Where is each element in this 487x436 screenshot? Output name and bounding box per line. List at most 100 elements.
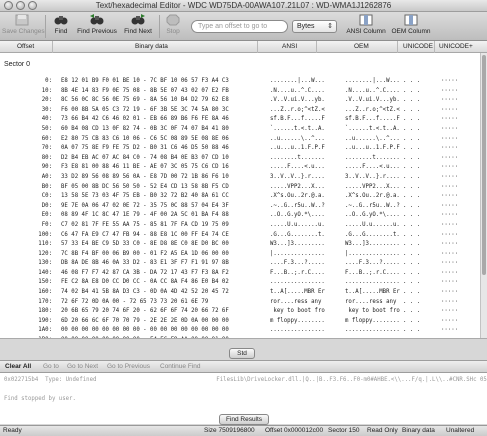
find-next-button[interactable]: Find Next [121, 14, 155, 39]
std-button[interactable]: Std [229, 348, 255, 359]
row-oem[interactable]: sf.B.F...f.....F [345, 116, 400, 122]
row-unicode[interactable]: . . . [403, 251, 420, 257]
row-ansi[interactable]: sf.B.F...f.....F [270, 116, 325, 122]
row-oem[interactable]: .X^s.Ou..2r.@.a. [345, 193, 400, 199]
row-hex[interactable]: 8B 4E 14 83 F9 0E 75 08 - 8B 5E 07 43 02… [61, 88, 229, 94]
row-unicode-plus[interactable]: ····· [441, 222, 458, 228]
find-previous-button[interactable]: Find Previous [76, 14, 118, 39]
row-unicode[interactable]: . . . [403, 270, 420, 276]
row-offset[interactable]: 100: [38, 232, 52, 238]
row-hex[interactable]: 9E 7E 0A 06 47 02 0E 72 - 35 75 0C 88 57… [61, 203, 229, 209]
row-hex[interactable]: 46 08 F7 F7 42 87 CA 3B - DA 72 17 43 F7… [61, 270, 229, 276]
hex-row[interactable]: 160: 74 02 B4 41 5B 8A D3 C3 - 0D 0A 4D 4… [0, 289, 480, 299]
hex-row[interactable]: B0: BF 05 00 8B DC 56 50 50 - 52 E4 CD 13… [0, 184, 480, 194]
row-unicode-plus[interactable]: ····· [441, 232, 458, 238]
row-offset[interactable]: 160: [38, 289, 52, 295]
row-unicode-plus[interactable]: ····· [441, 308, 458, 314]
row-offset[interactable]: F0: [42, 222, 52, 228]
row-ansi[interactable]: |............... [270, 251, 325, 257]
row-oem[interactable]: F...B..;.r.C.... [345, 270, 400, 276]
row-unicode[interactable]: . . . [403, 327, 420, 333]
row-oem[interactable]: `......t.<.t..A. [345, 126, 400, 132]
row-hex[interactable]: F3 E8 81 00 88 46 11 BE - AE 07 3C 05 75… [61, 164, 229, 170]
hex-row[interactable]: 90: F3 E8 81 00 88 46 11 BE - AE 07 3C 05… [0, 164, 480, 174]
row-hex[interactable]: F6 00 8B 5A 05 C3 72 19 - 6F 3B 5E 3C 74… [61, 107, 229, 113]
row-oem[interactable]: .G...G........t. [345, 232, 400, 238]
row-unicode-plus[interactable]: ····· [441, 136, 458, 142]
row-unicode[interactable]: . . . [403, 155, 420, 161]
hex-row[interactable]: 180: 20 6B 65 79 20 74 6F 20 - 62 6F 6F 7… [0, 308, 480, 318]
row-oem[interactable]: ................ [345, 279, 400, 285]
row-offset[interactable]: 50: [42, 126, 52, 132]
row-unicode-plus[interactable]: ····· [441, 164, 458, 170]
row-hex[interactable]: 20 6B 65 79 20 74 6F 20 - 62 6F 6F 74 20… [61, 308, 229, 314]
row-offset[interactable]: 130: [38, 260, 52, 266]
row-ansi[interactable]: ..u......\..^... [270, 136, 325, 142]
column-header-ansi[interactable]: ANSI [282, 43, 297, 50]
row-ansi[interactable]: ror....ress any [270, 299, 325, 305]
row-oem[interactable]: m floppy........ [345, 318, 400, 324]
row-ansi[interactable]: .G...G........t. [270, 232, 325, 238]
row-hex[interactable]: C7 02 81 7F FE 55 AA 75 - 85 81 7F FA CD… [61, 222, 229, 228]
row-offset[interactable]: 30: [42, 107, 52, 113]
go-to-button[interactable]: Go to [43, 363, 59, 370]
row-ansi[interactable]: t..A[.....MBR Er [270, 289, 325, 295]
row-ansi[interactable]: .X^s.Ou..2r.@.a. [270, 193, 325, 199]
row-unicode-plus[interactable]: ····· [441, 260, 458, 266]
row-unicode-plus[interactable]: ····· [441, 241, 458, 247]
hex-row[interactable]: 190: 6D 20 66 6C 6F 70 70 79 - 2E 2E 2E 0… [0, 318, 480, 328]
row-hex[interactable]: E2 80 75 CB 83 C6 10 06 - C6 5C 08 89 5E… [61, 136, 229, 142]
row-hex[interactable]: 13 58 5E 73 03 4F 75 EB - B0 32 72 B2 40… [61, 193, 229, 199]
row-oem[interactable]: W3...]3......... [345, 241, 400, 247]
row-offset[interactable]: 20: [42, 97, 52, 103]
row-unicode[interactable]: . . . [403, 318, 420, 324]
row-ansi[interactable]: ................ [270, 327, 325, 333]
row-ansi[interactable]: .....VPP2...X... [270, 184, 325, 190]
row-ansi[interactable]: .....F....<.u... [270, 164, 325, 170]
row-unicode[interactable]: . . . [403, 212, 420, 218]
row-hex[interactable]: 7C 8B F4 BF 00 06 B9 00 - 01 F2 A5 EA 1D… [61, 251, 229, 257]
row-unicode[interactable]: . . . [403, 136, 420, 142]
go-to-next-button[interactable]: Go to Next [67, 363, 98, 370]
row-ansi[interactable]: `......t.<.t..A. [270, 126, 325, 132]
row-hex[interactable]: 60 B4 08 CD 13 0F 82 74 - 0B 3C 0F 74 07… [61, 126, 229, 132]
hex-row[interactable]: 20: 8C 56 0C 8C 56 0E 75 69 - 8A 56 10 B4… [0, 97, 480, 107]
hex-row[interactable]: 140: 46 08 F7 F7 42 87 CA 3B - DA 72 17 4… [0, 270, 480, 280]
row-offset[interactable]: A0: [42, 174, 52, 180]
row-oem[interactable]: ..O..G.yO.*\.... [345, 212, 400, 218]
row-oem[interactable]: ...Z..r.o;^<tZ.< [345, 107, 400, 113]
hex-row[interactable]: 130: DB 8A DE 8B 46 0A 33 D2 - 83 E1 3F F… [0, 260, 480, 270]
row-unicode-plus[interactable]: ····· [441, 318, 458, 324]
offset-unit-select[interactable]: Bytes ⇕ [292, 20, 337, 33]
row-unicode[interactable]: . . . [403, 232, 420, 238]
column-header-unicode-plus[interactable]: UNICODE+ [439, 43, 473, 50]
row-offset[interactable]: 0: [45, 78, 52, 84]
hex-row[interactable]: E0: 08 89 4F 1C 8C 47 1E 79 - 4F 00 2A 5C… [0, 212, 480, 222]
row-hex[interactable]: C6 47 FA E9 C7 47 FB 94 - 88 E8 1C 00 FF… [61, 232, 229, 238]
row-ansi[interactable]: .....U.u......u. [270, 222, 325, 228]
continue-find-button[interactable]: Continue Find [160, 363, 200, 370]
row-oem[interactable]: 3..V..V..}.r.... [345, 174, 400, 180]
row-hex[interactable]: 00 00 00 00 00 00 00 00 - 00 00 00 00 00… [61, 327, 229, 333]
row-ansi[interactable]: .N....u..^.C.... [270, 88, 325, 94]
row-unicode[interactable]: . . . [403, 78, 420, 84]
row-hex[interactable]: 72 6F 72 0D 0A 00 - 72 65 73 73 20 61 6E… [61, 299, 208, 305]
hex-row[interactable]: 150: FE C2 8A E8 D0 CC D0 CC - 0A CC 8A F… [0, 279, 480, 289]
row-hex[interactable]: 08 89 4F 1C 8C 47 1E 79 - 4F 00 2A 5C 01… [61, 212, 229, 218]
row-unicode[interactable]: . . . [403, 289, 420, 295]
row-unicode[interactable]: . . . [403, 174, 420, 180]
row-oem[interactable]: ..u......\..^... [345, 136, 400, 142]
row-unicode-plus[interactable]: ····· [441, 116, 458, 122]
hex-row[interactable]: 60: E2 80 75 CB 83 C6 10 06 - C6 5C 08 89… [0, 136, 480, 146]
hex-row[interactable]: F0: C7 02 81 7F FE 55 AA 75 - 85 81 7F FA… [0, 222, 480, 232]
hex-row[interactable]: 110: 57 33 E4 BE C9 5D 33 C0 - 8E D8 8E C… [0, 241, 480, 251]
row-unicode[interactable]: . . . [403, 116, 420, 122]
row-unicode-plus[interactable]: ····· [441, 155, 458, 161]
row-oem[interactable]: .....U.u......u. [345, 222, 400, 228]
row-unicode[interactable]: . . . [403, 88, 420, 94]
row-unicode[interactable]: . . . [403, 203, 420, 209]
row-offset[interactable]: 110: [38, 241, 52, 247]
find-result-row[interactable]: 0x022715b4 Type: Undefined FilesLib\Driv… [4, 377, 487, 383]
row-ansi[interactable]: m floppy........ [270, 318, 325, 324]
row-unicode-plus[interactable]: ····· [441, 107, 458, 113]
